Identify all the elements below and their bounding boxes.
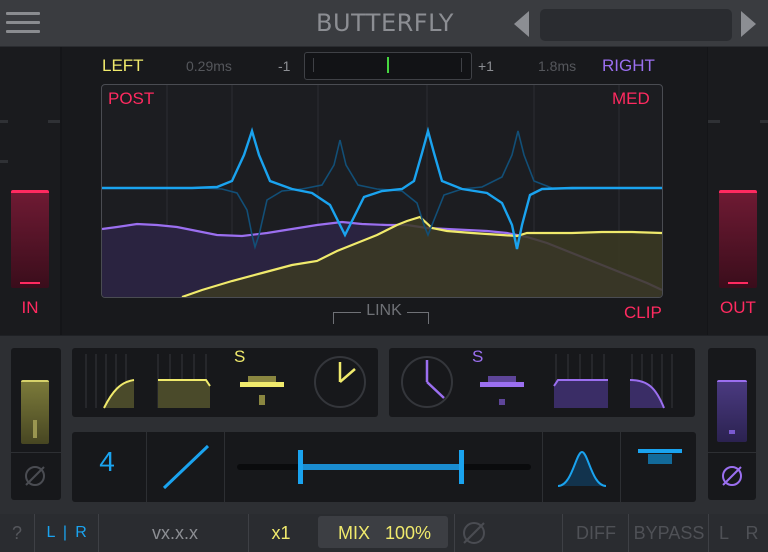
left-delay-value[interactable]: 0.29ms bbox=[186, 58, 232, 74]
mix-label: MIX bbox=[337, 523, 370, 543]
bell-curve-icon[interactable] bbox=[552, 440, 612, 494]
balance-meter-tick bbox=[313, 58, 314, 72]
band-divider bbox=[224, 432, 225, 502]
band-divider bbox=[620, 432, 621, 502]
flat-band-right-icon[interactable] bbox=[546, 352, 616, 412]
right-clock-icon[interactable] bbox=[392, 352, 462, 412]
bottom-divider bbox=[628, 514, 629, 552]
link-arrow-left-stem bbox=[333, 312, 334, 324]
diff-button[interactable]: DIFF bbox=[570, 514, 622, 552]
in-label: IN bbox=[21, 298, 39, 317]
preset-selector[interactable] bbox=[540, 9, 732, 41]
out-label: OUT bbox=[720, 298, 756, 317]
right-monitor-button[interactable]: R bbox=[742, 514, 762, 552]
link-arrow-left bbox=[333, 312, 361, 313]
bottom-divider bbox=[34, 514, 35, 552]
slope-line-icon[interactable] bbox=[158, 440, 214, 494]
band-divider bbox=[146, 432, 147, 502]
link-toggle[interactable]: LINK bbox=[362, 302, 406, 320]
band-divider bbox=[542, 432, 543, 502]
mix-value: 100% bbox=[384, 523, 432, 543]
band-count-value[interactable]: 4 bbox=[92, 446, 122, 478]
left-channel-label: LEFT bbox=[102, 56, 144, 75]
phase-invert-icon[interactable] bbox=[21, 462, 49, 490]
bottom-divider bbox=[98, 514, 99, 552]
lr-separator: | bbox=[62, 524, 68, 541]
bottom-divider bbox=[562, 514, 563, 552]
right-phase-divider bbox=[708, 452, 756, 453]
balance-meter[interactable] bbox=[304, 52, 472, 80]
left-monitor-button[interactable]: L bbox=[714, 514, 734, 552]
frequency-range-slider[interactable] bbox=[236, 440, 532, 494]
input-gain-fader[interactable] bbox=[11, 190, 49, 288]
triangle-right-icon[interactable] bbox=[741, 11, 756, 37]
spectrum-svg bbox=[102, 85, 662, 297]
input-meter-tick bbox=[0, 120, 8, 123]
link-arrow-right-stem bbox=[428, 312, 429, 324]
bottom-divider bbox=[708, 514, 709, 552]
low-shelf-curve-icon[interactable] bbox=[78, 352, 142, 412]
input-meter-tick bbox=[48, 120, 60, 123]
left-phase-divider bbox=[11, 452, 61, 453]
right-delay-value[interactable]: 1.8ms bbox=[538, 58, 576, 74]
lr-left-label[interactable]: L bbox=[44, 514, 58, 552]
flat-band-icon[interactable] bbox=[150, 352, 218, 412]
bottom-divider bbox=[454, 514, 455, 552]
phase-invert-global-icon[interactable] bbox=[460, 519, 488, 547]
balance-max-label: +1 bbox=[478, 58, 494, 74]
post-label[interactable]: POST bbox=[108, 89, 154, 109]
balance-meter-tick bbox=[461, 58, 462, 72]
version-label: vx.x.x bbox=[151, 523, 198, 543]
right-gain-marker bbox=[729, 430, 735, 434]
balance-min-label: -1 bbox=[278, 58, 291, 74]
lr-right-label[interactable]: R bbox=[72, 514, 90, 552]
right-channel-label: RIGHT bbox=[602, 56, 655, 75]
output-meter-tick bbox=[760, 120, 768, 123]
clip-toggle[interactable]: CLIP bbox=[624, 303, 662, 323]
phase-invert-active-icon[interactable] bbox=[718, 462, 746, 490]
bottom-divider bbox=[248, 514, 249, 552]
help-button[interactable]: ? bbox=[0, 514, 34, 552]
left-clock-icon[interactable] bbox=[305, 352, 375, 412]
high-cut-curve-icon[interactable] bbox=[624, 352, 690, 412]
link-arrow-right bbox=[407, 312, 429, 313]
triangle-left-icon[interactable] bbox=[514, 11, 529, 37]
bypass-button[interactable]: BYPASS bbox=[632, 514, 706, 552]
plugin-title: BUTTERFLY bbox=[316, 9, 454, 37]
input-gain-marker bbox=[20, 282, 40, 284]
preset-name bbox=[540, 17, 550, 33]
output-meter-tick bbox=[708, 120, 720, 123]
oversample-button[interactable]: x1 bbox=[256, 514, 306, 552]
input-meter-tick bbox=[0, 160, 8, 163]
output-gain-marker bbox=[728, 282, 748, 284]
solo-band-icon[interactable] bbox=[630, 440, 690, 494]
balance-indicator bbox=[387, 57, 389, 73]
med-label[interactable]: MED bbox=[612, 89, 650, 109]
left-gain-marker bbox=[33, 420, 37, 438]
right-solo-icon[interactable] bbox=[466, 352, 538, 412]
hamburger-menu-icon[interactable] bbox=[4, 8, 42, 38]
output-gain-fader[interactable] bbox=[719, 190, 757, 288]
left-solo-icon[interactable] bbox=[226, 352, 298, 412]
spectrum-graph[interactable]: POST MED bbox=[101, 84, 663, 298]
